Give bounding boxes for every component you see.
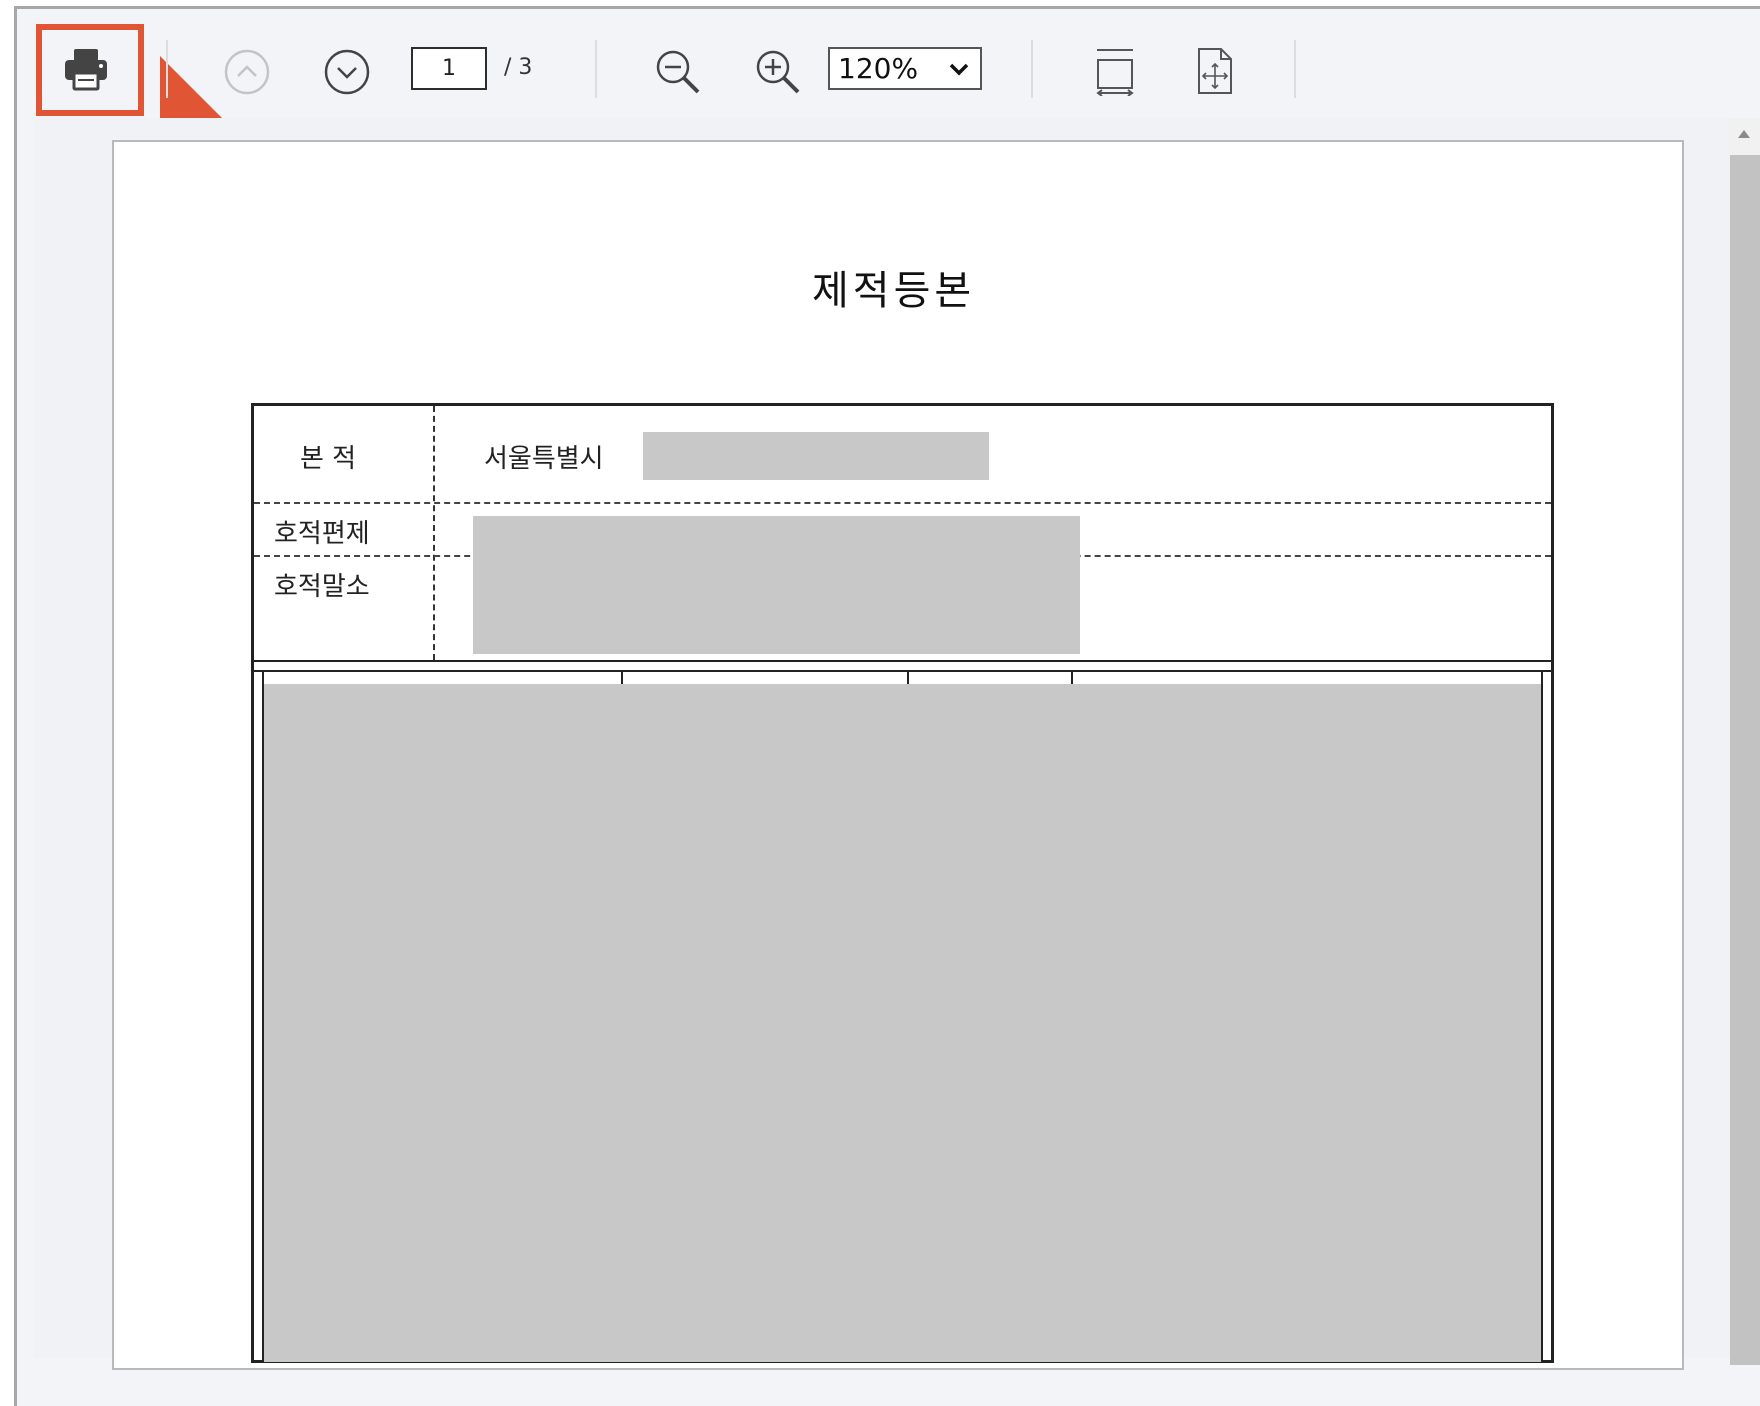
redaction-block [264, 684, 1541, 1362]
scrollbar-thumb[interactable] [1730, 155, 1760, 1365]
hojeok-malso-label: 호적말소 [274, 572, 370, 602]
table-divider [254, 660, 1551, 662]
print-button-highlight [36, 24, 144, 116]
toolbar-separator [1031, 40, 1033, 98]
zoom-in-icon [756, 50, 800, 94]
table-divider [621, 672, 623, 684]
toolbar-separator [1294, 40, 1296, 98]
table-divider [433, 406, 435, 660]
hojeok-pyeonje-label: 호적편제 [274, 519, 370, 549]
previous-page-button[interactable] [222, 47, 272, 97]
chevron-up-circle-icon [224, 49, 270, 95]
zoom-in-button[interactable] [750, 44, 806, 100]
zoom-level-select[interactable]: 120% [828, 47, 982, 90]
zoom-out-button[interactable] [650, 44, 706, 100]
scroll-up-arrow-icon[interactable] [1736, 128, 1752, 140]
toolbar-separator [595, 40, 597, 98]
fit-page-icon [1198, 48, 1232, 94]
zoom-level-value: 120% [838, 52, 919, 85]
table-divider [907, 672, 909, 684]
toolbar-separator [166, 40, 168, 98]
bonjeok-value: 서울특별시 [484, 444, 604, 474]
table-divider [254, 502, 1551, 504]
bonjeok-label: 본 적 [300, 444, 357, 474]
table-divider [1541, 672, 1543, 1362]
page-total-label: / 3 [504, 55, 533, 80]
table-divider [254, 670, 1551, 672]
redaction-block [473, 516, 1080, 654]
chevron-down-icon [949, 63, 969, 76]
zoom-out-icon [656, 50, 700, 94]
fit-width-icon [1096, 49, 1134, 96]
page-number-input[interactable]: 1 [411, 47, 487, 90]
redaction-block [643, 432, 989, 480]
fit-page-button[interactable] [1190, 44, 1240, 98]
table-divider [1071, 672, 1073, 684]
next-page-button[interactable] [322, 47, 372, 97]
document-title: 제적등본 [812, 268, 976, 314]
fit-width-button[interactable] [1090, 44, 1140, 98]
chevron-down-circle-icon [324, 49, 370, 95]
